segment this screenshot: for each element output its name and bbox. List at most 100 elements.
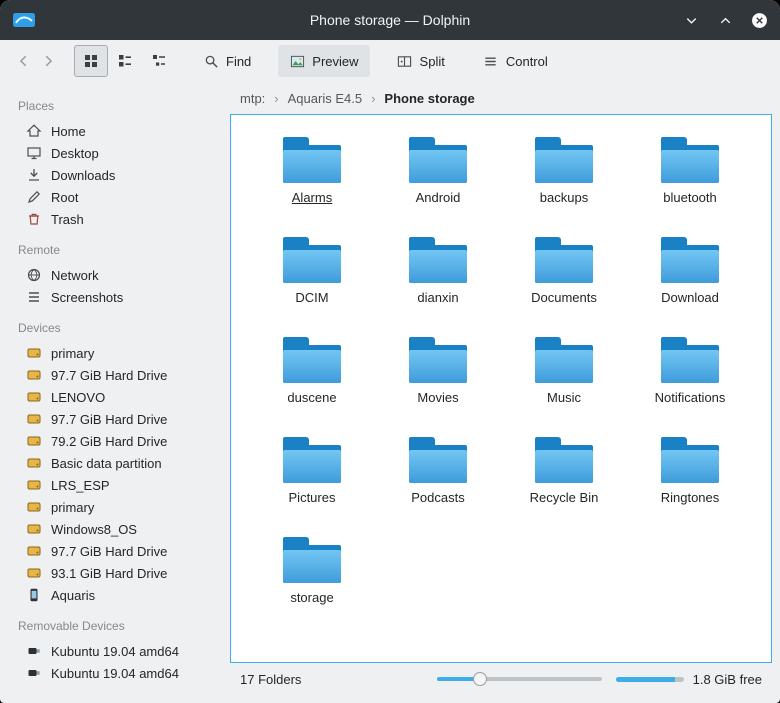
drive-icon: [26, 499, 42, 515]
control-button[interactable]: Control: [472, 45, 559, 77]
section-header-places: Places: [18, 99, 222, 113]
folder-item-bluetooth[interactable]: bluetooth: [627, 127, 753, 223]
search-icon: [203, 53, 219, 69]
breadcrumb-mtp[interactable]: mtp:: [240, 91, 265, 106]
folder-item-duscene[interactable]: duscene: [249, 327, 375, 423]
sidebar-item-label: 97.7 GiB Hard Drive: [51, 368, 167, 383]
split-button[interactable]: Split: [386, 45, 456, 77]
folder-label: bluetooth: [663, 190, 717, 205]
sidebar-item-device-lenovo[interactable]: LENOVO: [14, 386, 222, 408]
usb-icon: [26, 643, 42, 659]
sidebar-item-label: Basic data partition: [51, 456, 162, 471]
icons-view-button[interactable]: [74, 45, 108, 77]
folder-item-backups[interactable]: backups: [501, 127, 627, 223]
folder-item-android[interactable]: Android: [375, 127, 501, 223]
forward-button[interactable]: [36, 46, 60, 76]
section-header-removable: Removable Devices: [18, 619, 222, 633]
desktop-icon: [26, 145, 42, 161]
preview-button[interactable]: Preview: [278, 45, 369, 77]
status-bar: 17 Folders 1.8 GiB free: [230, 663, 772, 703]
breadcrumb-phone-storage[interactable]: Phone storage: [384, 91, 474, 106]
sidebar-item-label: 93.1 GiB Hard Drive: [51, 566, 167, 581]
sidebar-item-label: Trash: [51, 212, 84, 227]
preview-button-label: Preview: [312, 54, 358, 69]
maximize-button[interactable]: [716, 11, 734, 29]
sidebar-item-desktop[interactable]: Desktop: [14, 142, 222, 164]
sidebar-item-device-primary-1[interactable]: primary: [14, 342, 222, 364]
sidebar-item-device-primary-2[interactable]: primary: [14, 496, 222, 518]
folder-label: dianxin: [417, 290, 458, 305]
folder-item-podcasts[interactable]: Podcasts: [375, 427, 501, 523]
close-button[interactable]: [750, 11, 768, 29]
folder-item-dcim[interactable]: DCIM: [249, 227, 375, 323]
compact-view-button[interactable]: [108, 45, 142, 77]
sidebar-item-network[interactable]: Network: [14, 264, 222, 286]
dolphin-app-icon[interactable]: [12, 10, 36, 30]
sidebar-item-label: Aquaris: [51, 588, 95, 603]
sidebar-item-home[interactable]: Home: [14, 120, 222, 142]
find-button[interactable]: Find: [192, 45, 262, 77]
sidebar-item-label: Downloads: [51, 168, 115, 183]
minimize-button[interactable]: [682, 11, 700, 29]
zoom-slider-handle[interactable]: [473, 672, 487, 686]
drive-icon: [26, 433, 42, 449]
sidebar-item-label: Kubuntu 19.04 amd64: [51, 666, 179, 681]
sidebar-item-label: LRS_ESP: [51, 478, 110, 493]
network-icon: [26, 267, 42, 283]
back-button[interactable]: [12, 46, 36, 76]
folder-label: storage: [290, 590, 333, 605]
sidebar-item-kubuntu-2[interactable]: Kubuntu 19.04 amd64: [14, 662, 222, 684]
drive-icon: [26, 455, 42, 471]
sidebar-item-device-lrs-esp[interactable]: LRS_ESP: [14, 474, 222, 496]
folder-item-notifications[interactable]: Notifications: [627, 327, 753, 423]
root-icon: [26, 189, 42, 205]
sidebar-item-device-hd3[interactable]: 79.2 GiB Hard Drive: [14, 430, 222, 452]
folder-icon: [409, 237, 467, 283]
folder-icon: [661, 337, 719, 383]
dolphin-window: Phone storage — Dolphin: [0, 0, 780, 703]
folder-icon: [409, 337, 467, 383]
sidebar-item-device-aquaris[interactable]: Aquaris: [14, 584, 222, 606]
usb-icon: [26, 665, 42, 681]
folder-item-dianxin[interactable]: dianxin: [375, 227, 501, 323]
folder-item-music[interactable]: Music: [501, 327, 627, 423]
split-view-icon: [397, 53, 413, 69]
folder-item-recycle-bin[interactable]: Recycle Bin: [501, 427, 627, 523]
details-view-button[interactable]: [142, 45, 176, 77]
sidebar-item-device-windows8[interactable]: Windows8_OS: [14, 518, 222, 540]
home-icon: [26, 123, 42, 139]
sidebar-item-device-hd1[interactable]: 97.7 GiB Hard Drive: [14, 364, 222, 386]
folder-item-documents[interactable]: Documents: [501, 227, 627, 323]
zoom-slider[interactable]: [437, 677, 602, 681]
sidebar-item-downloads[interactable]: Downloads: [14, 164, 222, 186]
breadcrumb-aquaris[interactable]: Aquaris E4.5: [288, 91, 362, 106]
sidebar-item-screenshots[interactable]: Screenshots: [14, 286, 222, 308]
folder-icon: [283, 137, 341, 183]
folder-item-pictures[interactable]: Pictures: [249, 427, 375, 523]
sidebar-item-root[interactable]: Root: [14, 186, 222, 208]
breadcrumb: mtp: › Aquaris E4.5 › Phone storage: [230, 82, 772, 114]
folder-item-movies[interactable]: Movies: [375, 327, 501, 423]
drive-icon: [26, 389, 42, 405]
sidebar-item-kubuntu-1[interactable]: Kubuntu 19.04 amd64: [14, 640, 222, 662]
folder-label: DCIM: [295, 290, 328, 305]
sidebar-item-device-basic-data[interactable]: Basic data partition: [14, 452, 222, 474]
sidebar-item-label: LENOVO: [51, 390, 105, 405]
find-button-label: Find: [226, 54, 251, 69]
drive-icon: [26, 565, 42, 581]
sidebar-item-device-hd4[interactable]: 97.7 GiB Hard Drive: [14, 540, 222, 562]
sidebar-item-trash[interactable]: Trash: [14, 208, 222, 230]
sidebar-item-label: Home: [51, 124, 86, 139]
folder-item-storage[interactable]: storage: [249, 527, 375, 623]
drive-icon: [26, 367, 42, 383]
folder-item-ringtones[interactable]: Ringtones: [627, 427, 753, 523]
title-bar: Phone storage — Dolphin: [0, 0, 780, 40]
window-controls: [682, 11, 768, 29]
sidebar-item-device-hd2[interactable]: 97.7 GiB Hard Drive: [14, 408, 222, 430]
folder-label: Notifications: [655, 390, 726, 405]
folder-item-download[interactable]: Download: [627, 227, 753, 323]
folder-item-alarms[interactable]: Alarms: [249, 127, 375, 223]
sidebar-item-device-hd5[interactable]: 93.1 GiB Hard Drive: [14, 562, 222, 584]
sidebar-item-label: 97.7 GiB Hard Drive: [51, 412, 167, 427]
drive-icon: [26, 477, 42, 493]
